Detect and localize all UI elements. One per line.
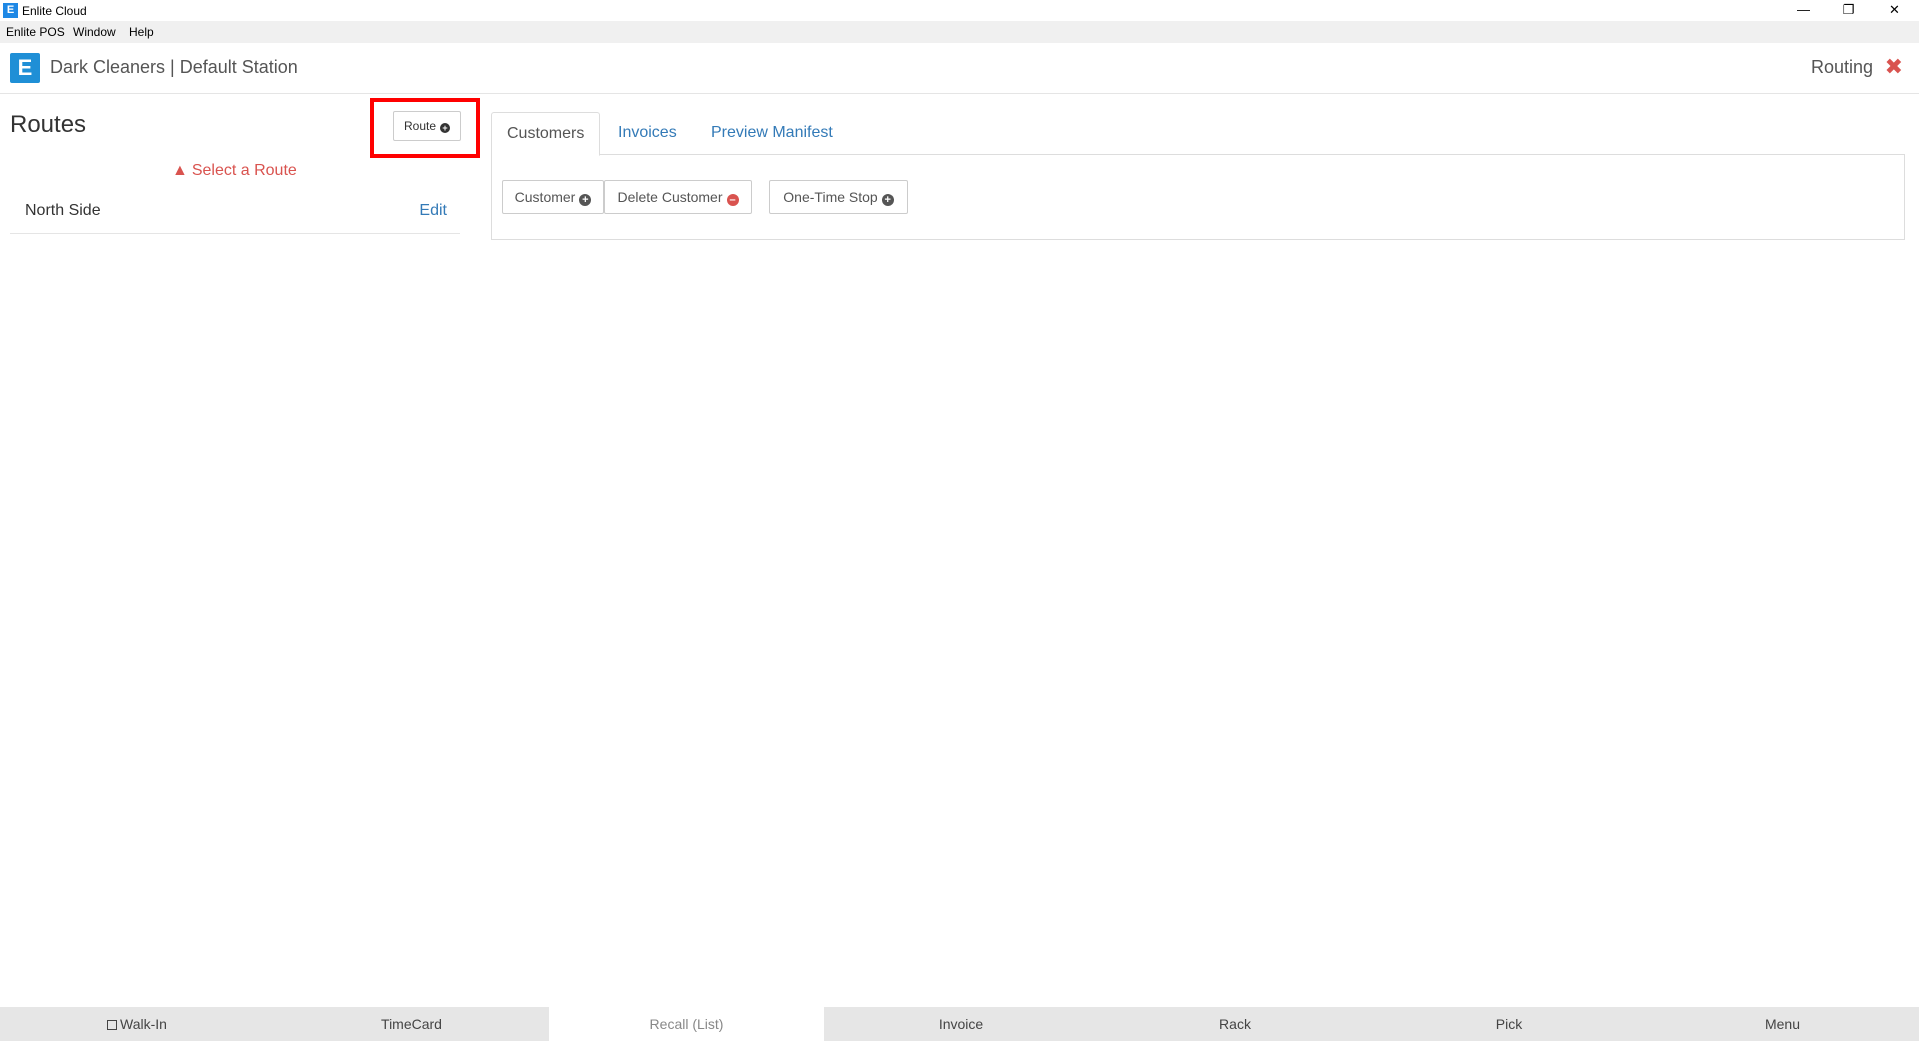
close-module-icon[interactable]: ✖ (1885, 54, 1903, 80)
nav-walk-in-label: Walk-In (120, 1016, 167, 1032)
bottom-nav: Walk-In TimeCard Recall (List) Invoice R… (0, 1007, 1919, 1041)
edit-route-link[interactable]: Edit (419, 202, 447, 220)
checkbox-icon (107, 1020, 118, 1030)
tab-preview-manifest[interactable]: Preview Manifest (696, 112, 848, 155)
tab-customers[interactable]: Customers (491, 112, 601, 156)
add-route-label: Route (403, 119, 437, 133)
delete-customer-button[interactable]: Delete Customer – (604, 180, 752, 214)
tab-bar: Customers Invoices Preview Manifest (491, 112, 1905, 156)
select-route-warning: ▲ Select a Route (172, 162, 297, 180)
window-title: Enlite Cloud (22, 4, 87, 18)
app-icon: E (3, 3, 18, 18)
plus-circle-icon: + (579, 194, 592, 206)
nav-pick[interactable]: Pick (1372, 1007, 1646, 1041)
route-name: North Side (25, 202, 101, 219)
os-title-bar: E Enlite Cloud — ❐ ✕ (0, 0, 1919, 21)
nav-rack[interactable]: Rack (1098, 1007, 1372, 1041)
one-time-stop-label: One-Time Stop (783, 189, 878, 205)
menu-help[interactable]: Help (129, 25, 154, 39)
routes-title: Routes (10, 111, 87, 138)
warning-icon: ▲ (172, 162, 188, 179)
tab-invoices[interactable]: Invoices (603, 112, 692, 155)
plus-circle-icon: + (881, 194, 894, 206)
add-customer-label: Customer (514, 189, 576, 205)
minimize-button[interactable]: — (1781, 0, 1826, 21)
customers-tab-panel: Customer + Delete Customer – One-Time Stop… (491, 155, 1905, 240)
plus-circle-icon: + (440, 123, 451, 133)
nav-recall-list[interactable]: Recall (List) (549, 1007, 824, 1041)
add-customer-button[interactable]: Customer + (502, 180, 604, 214)
menu-enlite-pos[interactable]: Enlite POS (6, 25, 65, 39)
one-time-stop-button[interactable]: One-Time Stop + (769, 180, 908, 214)
menu-window[interactable]: Window (73, 25, 116, 39)
delete-customer-label: Delete Customer (617, 189, 723, 205)
station-title: Dark Cleaners | Default Station (50, 57, 298, 77)
warning-text: Select a Route (191, 162, 297, 179)
module-title: Routing (1810, 57, 1873, 77)
nav-walk-in[interactable]: Walk-In (0, 1007, 274, 1041)
add-route-button[interactable]: Route + (393, 111, 461, 141)
route-list-item[interactable]: North Side Edit (10, 196, 460, 234)
nav-timecard[interactable]: TimeCard (274, 1007, 549, 1041)
minus-circle-icon: – (726, 194, 739, 206)
enlite-logo-icon: E (10, 53, 40, 83)
menu-bar: Enlite POS Window Help (0, 21, 1919, 43)
restore-button[interactable]: ❐ (1826, 0, 1871, 21)
app-header: E Dark Cleaners | Default Station Routin… (0, 43, 1919, 94)
nav-invoice[interactable]: Invoice (824, 1007, 1098, 1041)
close-window-button[interactable]: ✕ (1872, 0, 1917, 21)
nav-menu[interactable]: Menu (1646, 1007, 1919, 1041)
